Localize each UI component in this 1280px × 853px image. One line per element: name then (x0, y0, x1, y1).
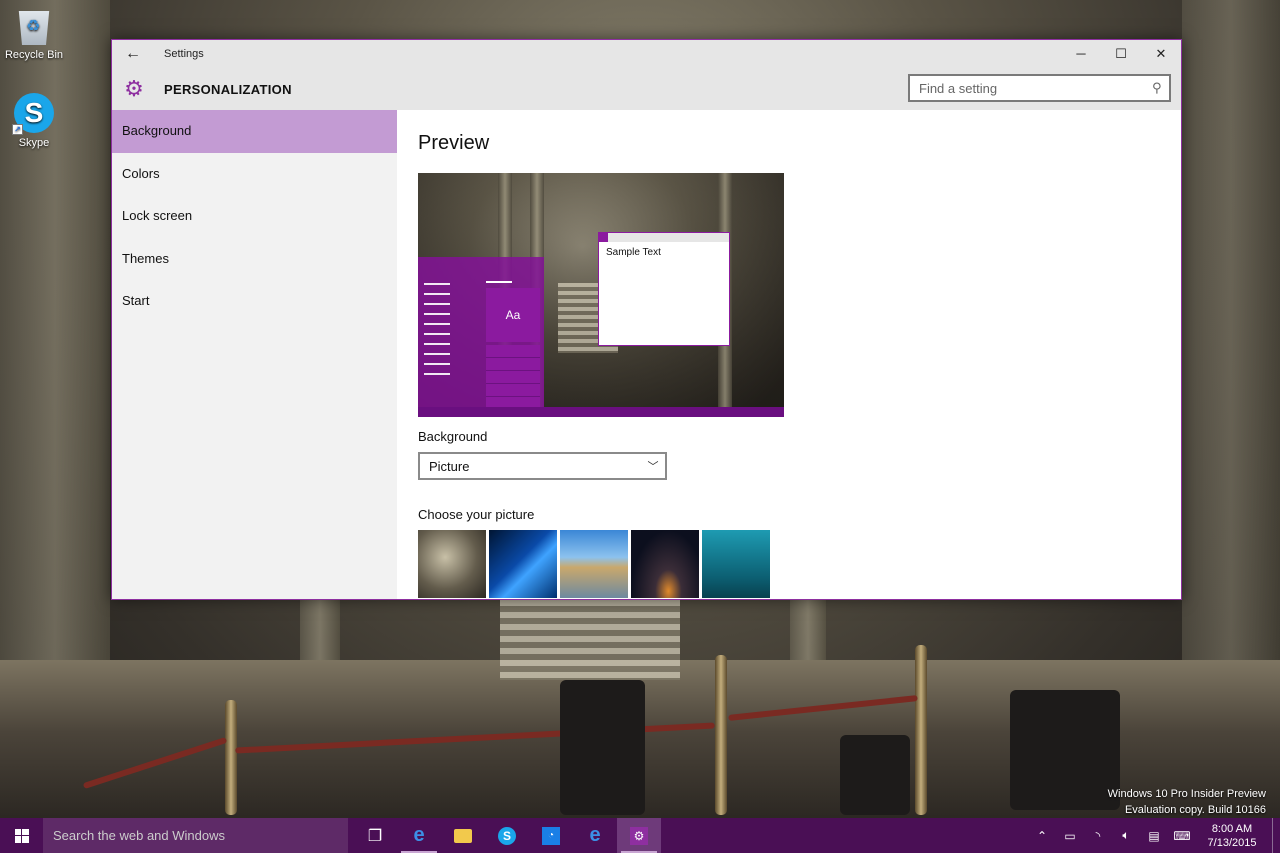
section-header: ⚙ PERSONALIZATION Find a setting ⚲ (112, 68, 1181, 110)
skype-icon: S (498, 826, 516, 845)
edge-icon: e (413, 824, 425, 846)
internet-explorer-icon: e (589, 824, 601, 846)
close-button[interactable]: ✕ (1141, 40, 1181, 68)
search-input[interactable]: Find a setting ⚲ (908, 74, 1171, 102)
chevron-up-icon[interactable]: ⌃ (1028, 829, 1056, 843)
gear-icon: ⚙ (124, 76, 144, 101)
watermark-line-2: Evaluation copy. Build 10166 (1124, 804, 1266, 816)
desktop-icon-label: Recycle Bin (4, 49, 64, 61)
battery-icon[interactable]: ▭ (1056, 829, 1084, 843)
watermark-line-1: Windows 10 Pro Insider Preview (1107, 788, 1266, 800)
maximize-button[interactable]: ☐ (1101, 40, 1141, 68)
dropdown-value: Picture (429, 458, 470, 474)
taskbar-app-edge[interactable]: e (397, 818, 441, 853)
picture-thumbnail-beach-rock[interactable] (560, 530, 628, 598)
taskbar-app-settings[interactable]: ⚙ (617, 818, 661, 853)
desktop-icon-skype[interactable]: S ↗ Skype (0, 93, 68, 149)
keyboard-icon[interactable]: ⌨ (1168, 829, 1196, 843)
clock-date: 7/13/2015 (1207, 836, 1257, 849)
section-title: PERSONALIZATION (164, 81, 292, 97)
preview-tile: Aa (486, 288, 540, 342)
recycle-bin-icon (18, 11, 50, 45)
desktop-icon-label: Skype (18, 137, 50, 149)
search-icon[interactable]: ⚲ (1145, 80, 1169, 96)
volume-icon[interactable]: 🔈︎ (1112, 828, 1140, 843)
system-tray: ⌃ ▭ ◝ 🔈︎ ▤ ⌨ 8:00 AM 7/13/2015 (1028, 818, 1280, 853)
preview-window: Sample Text (598, 232, 730, 346)
background-type-dropdown[interactable]: Picture ﹀ (418, 452, 667, 480)
folder-icon (454, 828, 472, 843)
picture-thumbnail-windows-hero[interactable] (489, 530, 557, 598)
taskbar: Search the web and Windows ❐ e S ◔ e ⚙ ⌃… (0, 818, 1280, 853)
back-arrow-icon[interactable]: ← (112, 45, 154, 63)
windows-logo-icon (14, 828, 29, 843)
task-view-icon: ❐ (367, 827, 383, 845)
picture-thumbnail-underwater[interactable] (702, 530, 770, 598)
wifi-icon[interactable]: ◝ (1084, 829, 1112, 843)
sidebar-item-themes[interactable]: Themes (112, 238, 397, 281)
window-title: Settings (164, 48, 204, 60)
taskbar-app-file-explorer[interactable] (441, 818, 485, 853)
sidebar-item-lock-screen[interactable]: Lock screen (112, 195, 397, 238)
notification-icon[interactable]: ▤ (1140, 829, 1168, 843)
task-view-button[interactable]: ❐ (353, 818, 397, 853)
preview-heading: Preview (418, 132, 490, 154)
taskbar-search-box[interactable]: Search the web and Windows (43, 818, 348, 853)
taskbar-app-internet-explorer[interactable]: e (573, 818, 617, 853)
preview-start-menu: Aa (418, 257, 544, 417)
start-button[interactable] (0, 818, 43, 853)
background-preview: Aa Sample Text (418, 173, 784, 417)
sidebar-item-start[interactable]: Start (112, 280, 397, 323)
skype-icon: S ↗ (12, 93, 54, 135)
desktop-icon-recycle-bin[interactable]: Recycle Bin (0, 5, 68, 61)
main-content: Preview Aa Sample Text Background Pictur… (397, 110, 1181, 599)
picture-thumbnail-museum-hall[interactable] (418, 530, 486, 598)
sidebar-item-colors[interactable]: Colors (112, 153, 397, 196)
taskbar-app-store[interactable]: ◔ (529, 818, 573, 853)
settings-window: ← Settings ─ ☐ ✕ ⚙ PERSONALIZATION Find … (111, 39, 1182, 600)
search-placeholder: Find a setting (919, 80, 998, 96)
taskbar-clock[interactable]: 8:00 AM 7/13/2015 (1196, 822, 1268, 850)
clock-time: 8:00 AM (1211, 822, 1253, 835)
show-desktop-button[interactable] (1272, 818, 1280, 853)
sidebar-item-background[interactable]: Background (112, 110, 397, 153)
store-icon: ◔ (542, 826, 560, 845)
picture-thumbnail-night-sky[interactable] (631, 530, 699, 598)
chevron-down-icon: ﹀ (647, 461, 659, 473)
build-watermark: Windows 10 Pro Insider Preview Evaluatio… (1108, 786, 1266, 818)
background-label: Background (418, 429, 488, 444)
settings-gear-icon: ⚙ (630, 826, 648, 845)
minimize-button[interactable]: ─ (1061, 40, 1101, 68)
title-bar[interactable]: ← Settings ─ ☐ ✕ (112, 40, 1181, 68)
choose-picture-label: Choose your picture (418, 507, 535, 522)
picture-thumbnails (418, 530, 770, 598)
preview-sample-text: Sample Text (606, 247, 661, 258)
taskbar-app-skype[interactable]: S (485, 818, 529, 853)
sidebar: Background Colors Lock screen Themes Sta… (112, 110, 397, 599)
